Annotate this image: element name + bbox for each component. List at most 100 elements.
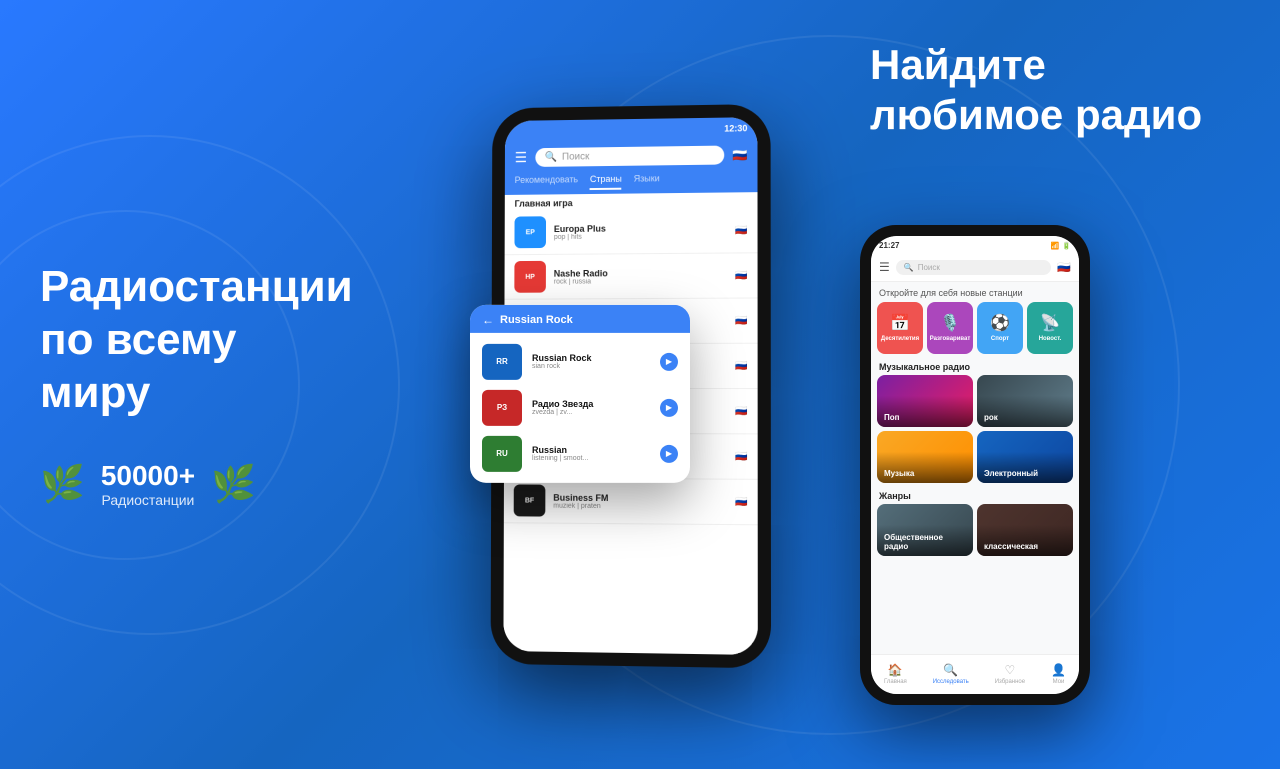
nav-favorites-label: Избранное (995, 679, 1025, 685)
music-card-electronic[interactable]: Электронный (977, 431, 1073, 483)
genre-card-classical[interactable]: классическая (977, 504, 1073, 556)
nav-profile[interactable]: 👤 Мои (1051, 663, 1066, 685)
overlay-logo-2: РЗ (482, 389, 522, 425)
section-title: Главная игра (505, 192, 758, 211)
genre-card-decades[interactable]: 📅 Десятилетия (877, 302, 923, 354)
genre-label-talk: Разговариват (930, 336, 971, 342)
search-icon: 🔍 (904, 263, 914, 272)
radio-name: Nashe Radio (554, 267, 727, 278)
radio-item-europa[interactable]: EP Europa Plus pop | hits 🇷🇺 (505, 208, 758, 255)
nav-favorites[interactable]: ♡ Избранное (995, 663, 1025, 685)
radio-item-business[interactable]: BF Business FM muziek | praten 🇷🇺 (504, 478, 758, 525)
search-placeholder: Поиск (562, 151, 589, 162)
laurel-left-icon: 🌿 (40, 463, 85, 505)
middle-section: 12:30 ☰ 🔍 Поиск 🇷🇺 Рекомендовать Страны … (420, 0, 840, 769)
search-placeholder: Поиск (918, 263, 940, 272)
play-button[interactable]: ▶ (660, 352, 678, 370)
laurel-right-icon: 🌿 (211, 463, 256, 505)
overlay-radio-desc: listening | smoot... (532, 455, 650, 462)
genre-label-sport: Спорт (991, 336, 1009, 342)
genre-card-sport[interactable]: ⚽ Спорт (977, 302, 1023, 354)
overlay-card: ← Russian Rock RR Russian Rock sian rock… (470, 304, 690, 482)
phone-right-search: ☰ 🔍 Поиск 🇷🇺 (871, 256, 1079, 282)
talk-icon: 🎙️ (940, 313, 960, 333)
overlay-info-1: Russian Rock sian rock (532, 353, 650, 370)
radio-logo-europa: EP (514, 216, 546, 248)
music-card-pop[interactable]: Поп (877, 375, 973, 427)
badge-subtitle: Радиостанции (101, 492, 195, 508)
home-icon: 🏠 (888, 663, 903, 677)
electronic-label: Электронный (984, 469, 1038, 478)
radio-info-business: Business FM muziek | praten (553, 492, 727, 510)
radio-name: Business FM (553, 492, 727, 503)
main-title: Радиостанции по всему миру (40, 261, 380, 419)
right-title-line2: любимое радио (870, 91, 1202, 138)
tab-languages[interactable]: Языки (634, 173, 660, 189)
overlay-radio-desc: sian rock (532, 363, 650, 370)
title-line1: Радиостанции (40, 262, 353, 311)
music-card-rock[interactable]: рок (977, 375, 1073, 427)
search-box-right[interactable]: 🔍 Поиск (896, 260, 1052, 275)
radio-tags: rock | russia (554, 277, 727, 285)
tab-countries[interactable]: Страны (590, 173, 622, 189)
overlay-radio-name: Радио Звезда (532, 399, 650, 409)
hamburger-icon[interactable]: ☰ (515, 149, 527, 166)
genres-label: Жанры (871, 487, 1079, 504)
status-icons: 📶 🔋 (1051, 242, 1071, 250)
nav-home[interactable]: 🏠 Главная (884, 663, 907, 685)
sport-icon: ⚽ (990, 313, 1010, 333)
music-radio-label: Музыкальное радио (871, 358, 1079, 375)
flag-icon: 🇷🇺 (1057, 261, 1071, 274)
overlay-radio-name: Russian Rock (532, 353, 650, 363)
music-grid-2: Музыка Электронный (871, 431, 1079, 487)
genre-label-news: Новост. (1039, 336, 1062, 342)
music-grid-1: Поп рок (871, 375, 1079, 431)
nav-home-label: Главная (884, 679, 907, 685)
back-icon[interactable]: ← (482, 312, 494, 326)
decades-icon: 📅 (890, 313, 910, 333)
overlay-logo-1: RR (482, 343, 522, 379)
profile-icon: 👤 (1051, 663, 1066, 677)
discover-label: Откройте для себя новые станции (871, 282, 1079, 302)
tabs-bar: Рекомендовать Страны Языки (505, 172, 758, 195)
radio-item-nashe[interactable]: НР Nashe Radio rock | russia 🇷🇺 (504, 253, 757, 299)
genre-grid2: Общественное радио классическая (871, 504, 1079, 560)
phone-right-screen: 21:27 📶 🔋 ☰ 🔍 Поиск 🇷🇺 Откройт (871, 236, 1079, 694)
search-icon: 🔍 (545, 151, 557, 162)
overlay-info-3: Russian listening | smoot... (532, 445, 650, 462)
title-line2: по всему (40, 315, 236, 364)
genre-label-decades: Десятилетия (881, 336, 919, 342)
music-card-music[interactable]: Музыка (877, 431, 973, 483)
hamburger-icon[interactable]: ☰ (879, 260, 890, 274)
phone-right-status: 21:27 📶 🔋 (871, 236, 1079, 256)
right-status-time: 21:27 (879, 241, 899, 250)
play-button[interactable]: ▶ (660, 444, 678, 462)
badge-text: 50000+ Радиостанции (101, 460, 195, 508)
wifi-icon: 📶 (1051, 242, 1060, 250)
overlay-item-1[interactable]: RR Russian Rock sian rock ▶ (470, 338, 690, 384)
classical-label: классическая (984, 542, 1038, 551)
badge-number: 50000+ (101, 460, 195, 492)
left-section: Радиостанции по всему миру 🌿 50000+ Ради… (0, 0, 420, 769)
play-button[interactable]: ▶ (660, 398, 678, 416)
overlay-title: Russian Rock (500, 313, 573, 325)
badge-area: 🌿 50000+ Радиостанции 🌿 (40, 460, 380, 508)
nav-explore-label: Исследовать (933, 679, 969, 685)
overlay-item-3[interactable]: RU Russian listening | smoot... ▶ (470, 430, 690, 476)
bottom-nav: 🏠 Главная 🔍 Исследовать ♡ Избранное 👤 Мо… (871, 654, 1079, 694)
overlay-items: RR Russian Rock sian rock ▶ РЗ Радио Зве… (470, 332, 690, 482)
right-title: Найдите любимое радио (840, 0, 1280, 161)
explore-icon: 🔍 (943, 663, 958, 677)
phone-status-bar: 12:30 (505, 117, 758, 143)
genre-card-public[interactable]: Общественное радио (877, 504, 973, 556)
radio-info-europa: Europa Plus pop | hits (554, 221, 727, 239)
nav-explore[interactable]: 🔍 Исследовать (933, 663, 969, 685)
tab-recommend[interactable]: Рекомендовать (515, 174, 578, 191)
genre-card-news[interactable]: 📡 Новост. (1027, 302, 1073, 354)
overlay-item-2[interactable]: РЗ Радио Звезда zvezda | zv... ▶ (470, 384, 690, 430)
pop-label: Поп (884, 413, 899, 422)
genre-card-talk[interactable]: 🎙️ Разговариват (927, 302, 973, 354)
overlay-radio-desc: zvezda | zv... (532, 409, 650, 416)
search-box[interactable]: 🔍 Поиск (535, 145, 724, 166)
right-section: Найдите любимое радио 21:27 📶 🔋 ☰ 🔍 (840, 0, 1280, 769)
